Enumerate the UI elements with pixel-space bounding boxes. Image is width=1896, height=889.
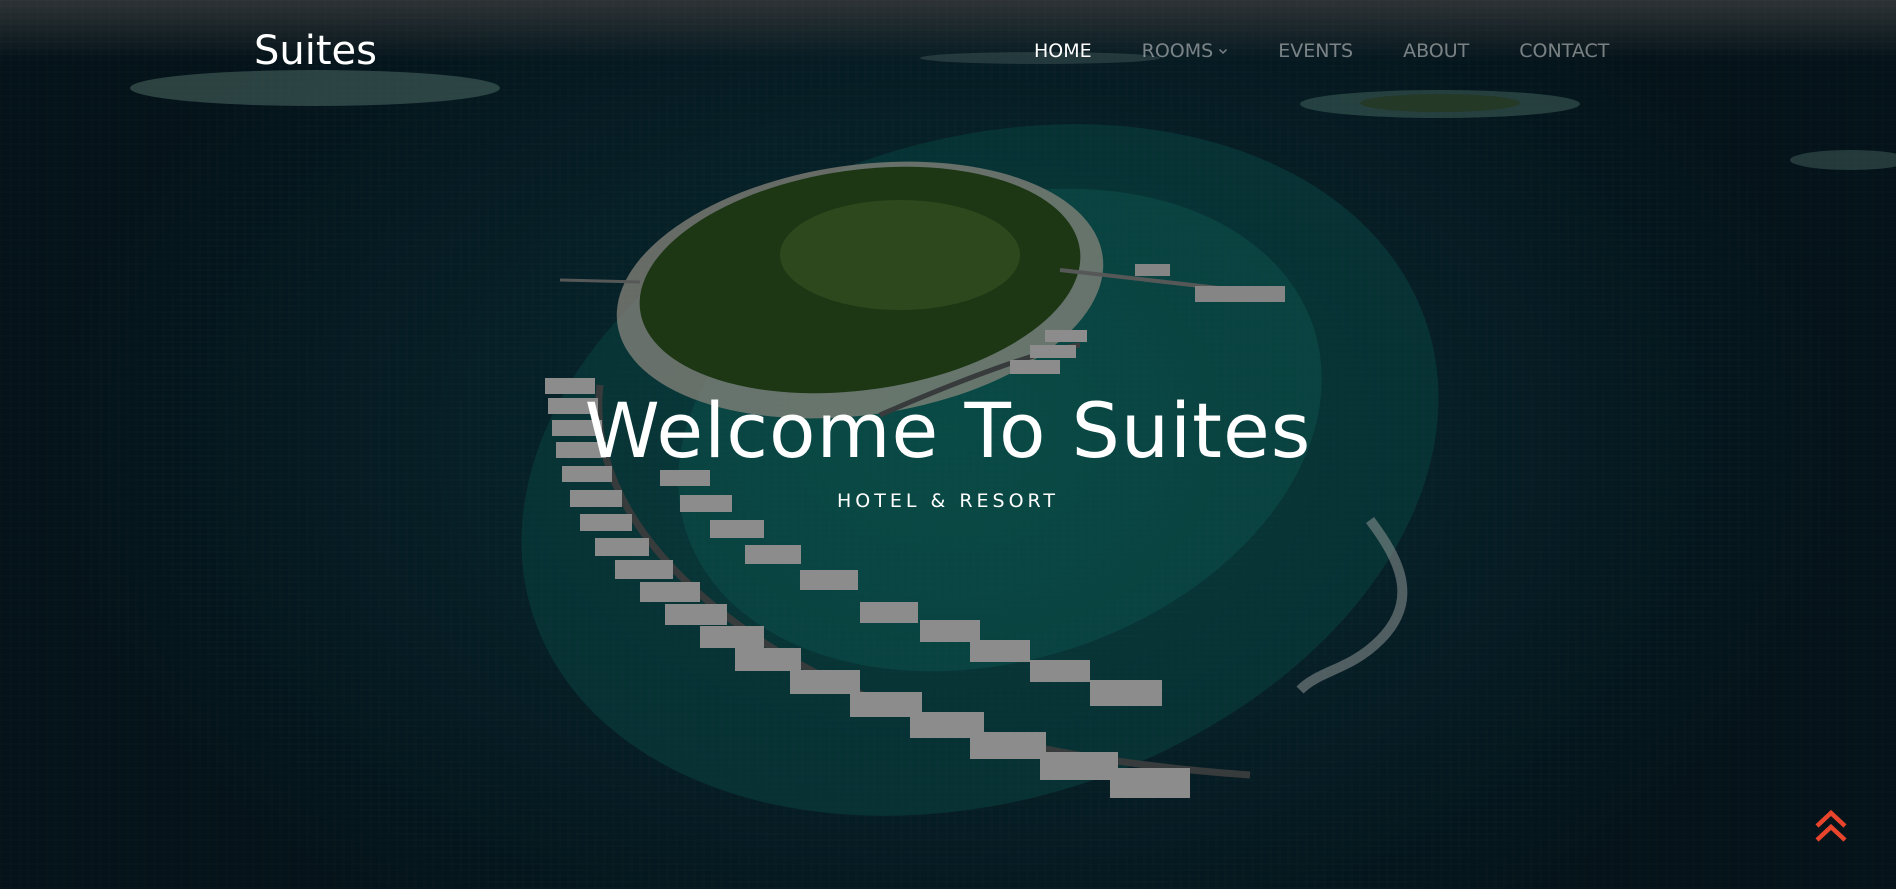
nav-item-about[interactable]: ABOUT [1403,40,1469,62]
chevron-down-icon [1219,48,1228,55]
main-nav: HOME ROOMS EVENTS ABOUT CONTACT [1034,40,1659,62]
nav-item-rooms-label: ROOMS [1141,40,1214,62]
hero-subtitle: HOTEL & RESORT [837,490,1059,512]
double-chevron-up-icon [1815,809,1847,842]
nav-item-contact[interactable]: CONTACT [1519,40,1609,62]
hero-title: Welcome To Suites [584,386,1312,475]
hero-section: Suites HOME ROOMS EVENTS ABOUT CONTACT W… [0,0,1896,889]
nav-item-home[interactable]: HOME [1034,40,1092,62]
nav-item-events[interactable]: EVENTS [1278,40,1353,62]
site-header: Suites HOME ROOMS EVENTS ABOUT CONTACT [0,0,1896,104]
nav-item-rooms[interactable]: ROOMS [1142,40,1229,62]
brand-logo[interactable]: Suites [254,28,377,74]
back-to-top-button[interactable] [1814,806,1848,846]
